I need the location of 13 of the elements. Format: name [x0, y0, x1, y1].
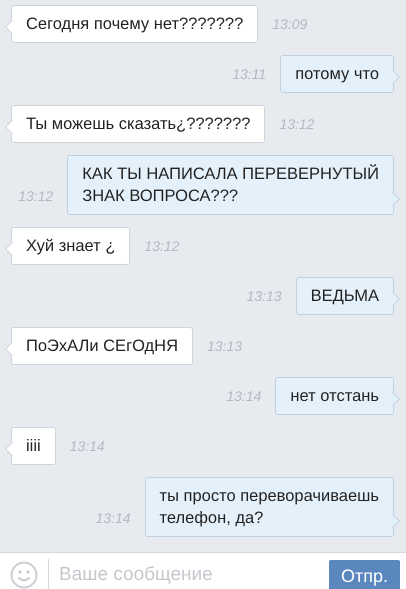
message-composer[interactable]: Ваше сообщение Отпр.: [0, 552, 406, 589]
sent-message: ты просто переворачиваешь телефон, да?: [144, 477, 401, 537]
sent-message: нет отстань: [275, 377, 401, 415]
received-message: Ты можешь сказать¿???????: [4, 105, 266, 143]
sent-message: потому что: [280, 55, 401, 93]
sent-message: ВЕДЬМА: [296, 277, 401, 315]
received-message: Сегодня почему нет???????: [4, 5, 258, 43]
received-message: ПоЭхАЛи СЕгОдНЯ: [4, 327, 194, 365]
emoji-icon[interactable]: [10, 561, 38, 589]
sent-message: КАК ТЫ НАПИСАЛА ПЕРЕВЕРНУТЫЙ ЗНАК ВОПРОСА???: [67, 155, 401, 215]
received-message: Хуй знает ¿: [4, 227, 130, 265]
received-message: iiii: [4, 427, 56, 465]
send-button[interactable]: Отпр.: [328, 560, 400, 589]
